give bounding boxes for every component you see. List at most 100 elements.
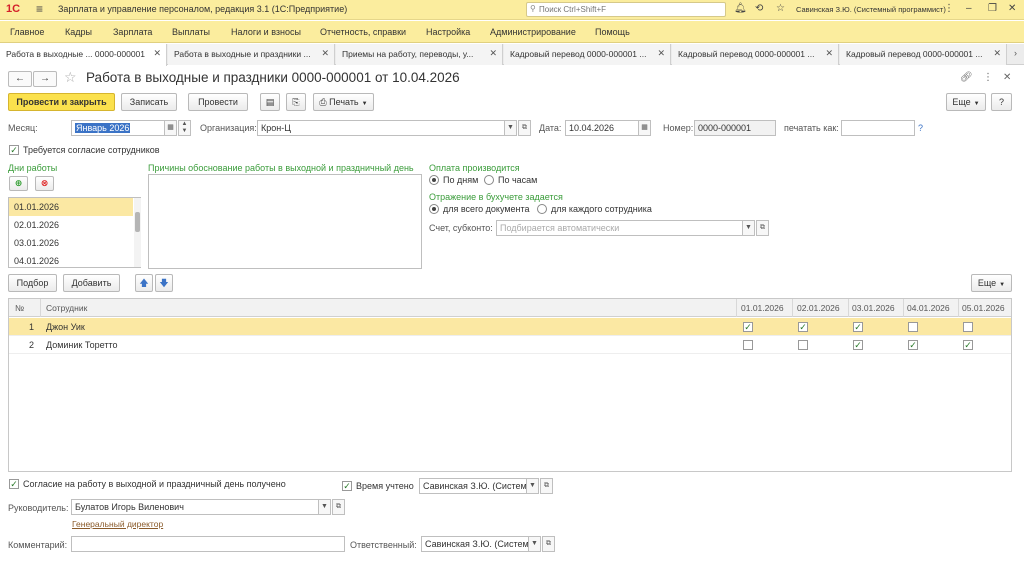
menu-reports[interactable]: Отчетность, справки	[320, 27, 406, 37]
acc-whole-doc-radio[interactable]	[429, 204, 439, 214]
row-day-checkbox[interactable]	[743, 340, 753, 350]
close-form-icon[interactable]: ✕	[1003, 72, 1011, 83]
tab-weekend-work-list[interactable]: Работа в выходные и праздники ... ✕	[168, 44, 335, 65]
open-item-icon[interactable]: ⧉	[540, 478, 553, 494]
restore-icon[interactable]: ❐	[988, 3, 997, 14]
pay-by-days-radio[interactable]	[429, 175, 439, 185]
hamburger-menu-icon[interactable]: ≡	[36, 2, 43, 16]
tab-hirings[interactable]: Приемы на работу, переводы, у... ✕	[336, 44, 503, 65]
dropdown-arrow-icon[interactable]: ▼	[742, 220, 755, 236]
open-item-icon[interactable]: ⧉	[756, 220, 769, 236]
favorite-star-icon[interactable]: ☆	[64, 69, 77, 86]
menu-main[interactable]: Главное	[10, 27, 44, 37]
list-item[interactable]: 01.01.2026	[9, 198, 133, 216]
global-search[interactable]: ⚲	[526, 2, 726, 17]
row-day-checkbox[interactable]	[908, 322, 918, 332]
menu-salary[interactable]: Зарплата	[113, 27, 152, 37]
tab-weekend-work-doc[interactable]: Работа в выходные ... 0000-000001 ✕	[0, 44, 167, 66]
list-scrollbar[interactable]	[134, 198, 141, 267]
month-spin-icon[interactable]: ▲ ▼	[178, 120, 191, 136]
tab-transfer-2[interactable]: Кадровый перевод 0000-000001 ... ✕	[672, 44, 839, 65]
open-item-icon[interactable]: ⧉	[332, 499, 345, 515]
menu-help[interactable]: Помощь	[595, 27, 630, 37]
consent-required-checkbox[interactable]: ✓	[9, 145, 19, 155]
row-employee[interactable]: Доминик Торетто	[46, 340, 118, 350]
manager-field[interactable]: Булатов Игорь Виленович	[71, 499, 319, 515]
comment-field[interactable]	[71, 536, 345, 552]
row-day-checkbox[interactable]: ✓	[853, 340, 863, 350]
close-tab-icon[interactable]: ✕	[153, 48, 161, 59]
row-day-checkbox[interactable]	[798, 340, 808, 350]
organization-field[interactable]: Крон-Ц	[257, 120, 505, 136]
dropdown-arrow-icon[interactable]: ▼	[504, 120, 517, 136]
form-menu-icon[interactable]: ⋮	[983, 72, 993, 83]
close-tab-icon[interactable]: ✕	[321, 48, 329, 59]
row-day-checkbox[interactable]	[963, 322, 973, 332]
close-tab-icon[interactable]: ✕	[825, 48, 833, 59]
calendar-icon[interactable]: ▦	[638, 120, 651, 136]
star-icon[interactable]: ☆	[776, 3, 785, 14]
print-as-field[interactable]	[841, 120, 915, 136]
number-field[interactable]: 0000-000001	[694, 120, 776, 136]
menu-administration[interactable]: Администрирование	[490, 27, 576, 37]
account-field[interactable]: Подбирается автоматически	[496, 220, 743, 236]
post-button[interactable]: Провести	[188, 93, 248, 111]
select-employees-button[interactable]: Подбор	[8, 274, 57, 292]
report-icon[interactable]: ▤	[260, 93, 280, 111]
tab-transfer-3[interactable]: Кадровый перевод 0000-000001 ... ✕	[840, 44, 1007, 65]
forward-arrow-icon[interactable]: →	[33, 71, 57, 87]
dropdown-arrow-icon[interactable]: ▼	[528, 536, 541, 552]
row-employee[interactable]: Джон Уик	[46, 322, 85, 332]
list-item[interactable]: 03.01.2026	[9, 234, 133, 252]
add-day-icon[interactable]: ⊕	[9, 176, 28, 191]
help-button[interactable]: ?	[991, 93, 1012, 111]
scrollbar-thumb[interactable]	[135, 212, 140, 232]
open-item-icon[interactable]: ⧉	[518, 120, 531, 136]
list-item[interactable]: 04.01.2026	[9, 252, 133, 267]
row-day-checkbox[interactable]: ✓	[963, 340, 973, 350]
month-field[interactable]: Январь 2026	[71, 120, 165, 136]
add-row-button[interactable]: Добавить	[63, 274, 120, 292]
menu-settings[interactable]: Настройка	[426, 27, 470, 37]
row-day-checkbox[interactable]: ✓	[853, 322, 863, 332]
help-question-icon[interactable]: ?	[918, 123, 923, 133]
row-day-checkbox[interactable]: ✓	[743, 322, 753, 332]
close-tab-icon[interactable]: ✕	[993, 48, 1001, 59]
close-tab-icon[interactable]: ✕	[657, 48, 665, 59]
table-row[interactable]: 2 Доминик Торетто ✓ ✓ ✓	[9, 336, 1011, 354]
link-icon[interactable]: 🔗︎	[960, 72, 973, 83]
calendar-icon[interactable]: ▦	[164, 120, 177, 136]
move-up-icon[interactable]: 🡅	[135, 274, 153, 292]
time-accounted-field[interactable]: Савинская З.Ю. (Систем	[419, 478, 527, 494]
list-item[interactable]: 02.01.2026	[9, 216, 133, 234]
dropdown-arrow-icon[interactable]: ▼	[318, 499, 331, 515]
more-actions-button[interactable]: Еще ▼	[946, 93, 986, 111]
back-arrow-icon[interactable]: ←	[8, 71, 32, 87]
tabs-overflow-icon[interactable]: ›	[1014, 48, 1017, 58]
bell-icon[interactable]: 🔔︎	[734, 3, 747, 14]
close-icon[interactable]: ✕	[1008, 3, 1016, 14]
minimize-icon[interactable]: –	[966, 3, 972, 14]
move-down-icon[interactable]: 🡇	[155, 274, 173, 292]
search-input[interactable]	[527, 3, 707, 16]
time-accounted-checkbox[interactable]: ✓	[342, 481, 352, 491]
save-button[interactable]: Записать	[121, 93, 177, 111]
attachment-icon[interactable]: ⎘	[286, 93, 306, 111]
history-icon[interactable]: ⟲	[755, 3, 763, 14]
menu-taxes[interactable]: Налоги и взносы	[231, 27, 301, 37]
post-and-close-button[interactable]: Провести и закрыть	[8, 93, 115, 111]
date-field[interactable]: 10.04.2026	[565, 120, 639, 136]
close-tab-icon[interactable]: ✕	[489, 48, 497, 59]
menu-personnel[interactable]: Кадры	[65, 27, 92, 37]
table-more-button[interactable]: Еще ▼	[971, 274, 1012, 292]
row-day-checkbox[interactable]: ✓	[798, 322, 808, 332]
manager-position-link[interactable]: Генеральный директор	[72, 519, 163, 529]
delete-day-icon[interactable]: ⊗	[35, 176, 54, 191]
row-day-checkbox[interactable]: ✓	[908, 340, 918, 350]
acc-each-emp-radio[interactable]	[537, 204, 547, 214]
print-button[interactable]: ⎙ Печать ▼	[313, 93, 374, 111]
work-days-list[interactable]: 01.01.2026 02.01.2026 03.01.2026 04.01.2…	[8, 197, 141, 268]
menu-payments[interactable]: Выплаты	[172, 27, 210, 37]
dropdown-arrow-icon[interactable]: ▼	[526, 478, 539, 494]
table-row[interactable]: 1 Джон Уик ✓ ✓ ✓	[9, 318, 1011, 336]
